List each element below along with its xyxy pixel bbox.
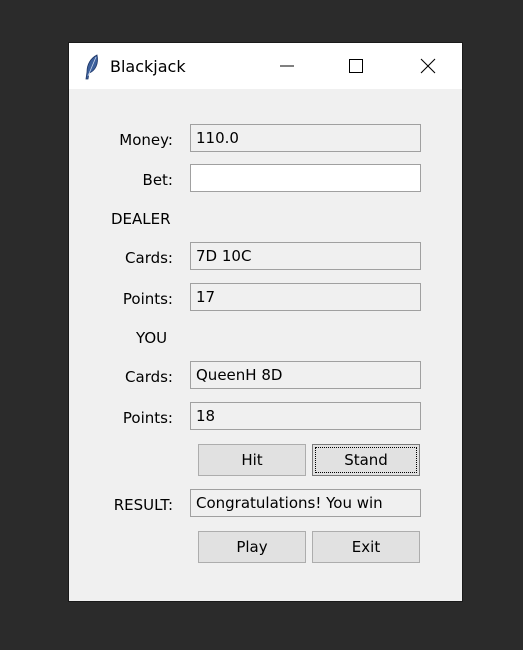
blackjack-window: Blackjack Money: 110.0 Bet: DEALER Cards…: [69, 43, 462, 601]
dealer-cards-label: Cards:: [125, 249, 173, 267]
money-label: Money:: [119, 131, 173, 149]
bet-label: Bet:: [142, 171, 173, 189]
money-field: 110.0: [190, 124, 421, 152]
player-heading: YOU: [136, 329, 168, 347]
bet-input[interactable]: [190, 164, 421, 192]
minimize-icon: [280, 65, 294, 67]
player-cards-label: Cards:: [125, 368, 173, 386]
result-field: Congratulations! You win: [190, 489, 421, 517]
maximize-icon: [349, 59, 363, 73]
dealer-cards-field: 7D 10C: [190, 242, 421, 270]
play-button[interactable]: Play: [198, 531, 306, 563]
dealer-heading: DEALER: [111, 210, 171, 228]
hit-button[interactable]: Hit: [198, 444, 306, 476]
exit-button[interactable]: Exit: [312, 531, 420, 563]
player-cards-field: QueenH 8D: [190, 361, 421, 389]
dealer-points-label: Points:: [122, 290, 173, 308]
title-bar[interactable]: Blackjack: [69, 43, 462, 89]
window-title: Blackjack: [110, 57, 186, 76]
result-label: RESULT:: [113, 496, 173, 514]
maximize-button[interactable]: [333, 43, 379, 89]
stand-button[interactable]: Stand: [312, 444, 420, 476]
minimize-button[interactable]: [264, 43, 310, 89]
close-icon: [420, 58, 436, 74]
feather-icon: [85, 54, 98, 80]
player-points-label: Points:: [122, 409, 173, 427]
player-points-field: 18: [190, 402, 421, 430]
close-button[interactable]: [405, 43, 451, 89]
dealer-points-field: 17: [190, 283, 421, 311]
